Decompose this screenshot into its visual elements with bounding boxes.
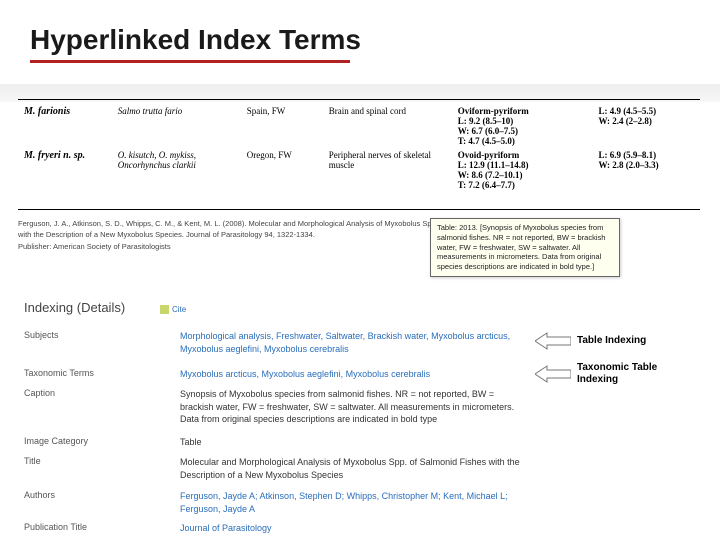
value-image-category: Table <box>180 436 520 449</box>
table-cell: Ovoid-pyriformL: 12.9 (11.1–14.8)W: 8.6 … <box>454 148 595 192</box>
label-publication-title: Publication Title <box>24 522 87 532</box>
label-image-category: Image Category <box>24 436 88 446</box>
table-row: M. fryeri n. sp.O. kisutch, O. mykiss, O… <box>20 148 700 192</box>
table-row: M. farionisSalmo trutta farioSpain, FWBr… <box>20 104 700 148</box>
value-subjects[interactable]: Morphological analysis, Freshwater, Salt… <box>180 330 520 355</box>
label-caption: Caption <box>24 388 55 398</box>
table-cell: L: 6.9 (5.9–8.1)W: 2.8 (2.0–3.3) <box>594 148 700 192</box>
caption-tooltip: Table: 2013. [Synopsis of Myxobolus spec… <box>430 218 620 277</box>
table-cell: M. farionis <box>20 104 114 148</box>
table-rule <box>18 209 700 210</box>
table-cell: Brain and spinal cord <box>325 104 454 148</box>
cite-icon <box>160 305 169 314</box>
table-cell: L: 4.9 (4.5–5.5)W: 2.4 (2–2.8) <box>594 104 700 148</box>
table-cell: Spain, FW <box>243 104 325 148</box>
table-cell: Peripheral nerves of skeletal muscle <box>325 148 454 192</box>
table-cell: Oregon, FW <box>243 148 325 192</box>
arrow-left-icon <box>535 332 571 350</box>
annotation-label-2: Taxonomic Table Indexing <box>577 362 687 385</box>
annotation-label-1: Table Indexing <box>577 335 646 347</box>
label-taxonomic-terms: Taxonomic Terms <box>24 368 94 378</box>
table-cell: Oviform-pyriformL: 9.2 (8.5–10)W: 6.7 (6… <box>454 104 595 148</box>
species-table: M. farionisSalmo trutta farioSpain, FWBr… <box>20 104 700 192</box>
value-title: Molecular and Morphological Analysis of … <box>180 456 520 481</box>
title-underline <box>30 60 350 63</box>
label-subjects: Subjects <box>24 330 59 340</box>
value-caption: Synopsis of Myxobolus species from salmo… <box>180 388 520 426</box>
annotation-arrow-2: Taxonomic Table Indexing <box>535 362 687 385</box>
label-authors: Authors <box>24 490 55 500</box>
label-title: Title <box>24 456 41 466</box>
value-taxonomic-terms[interactable]: Myxobolus arcticus, Myxobolus aeglefini,… <box>180 368 520 381</box>
arrow-left-icon <box>535 365 571 383</box>
table-cell: M. fryeri n. sp. <box>20 148 114 192</box>
page-title: Hyperlinked Index Terms <box>30 24 361 56</box>
cite-label: Cite <box>172 305 186 314</box>
annotation-arrow-1: Table Indexing <box>535 332 646 350</box>
table-top-rule <box>18 99 700 100</box>
indexing-header: Indexing (Details) <box>24 300 125 315</box>
table-cell: Salmo trutta fario <box>114 104 243 148</box>
value-publication-title[interactable]: Journal of Parasitology <box>180 522 520 535</box>
value-authors[interactable]: Ferguson, Jayde A; Atkinson, Stephen D; … <box>180 490 520 515</box>
cite-link[interactable]: Cite <box>160 305 186 314</box>
table-cell: O. kisutch, O. mykiss, Oncorhynchus clar… <box>114 148 243 192</box>
